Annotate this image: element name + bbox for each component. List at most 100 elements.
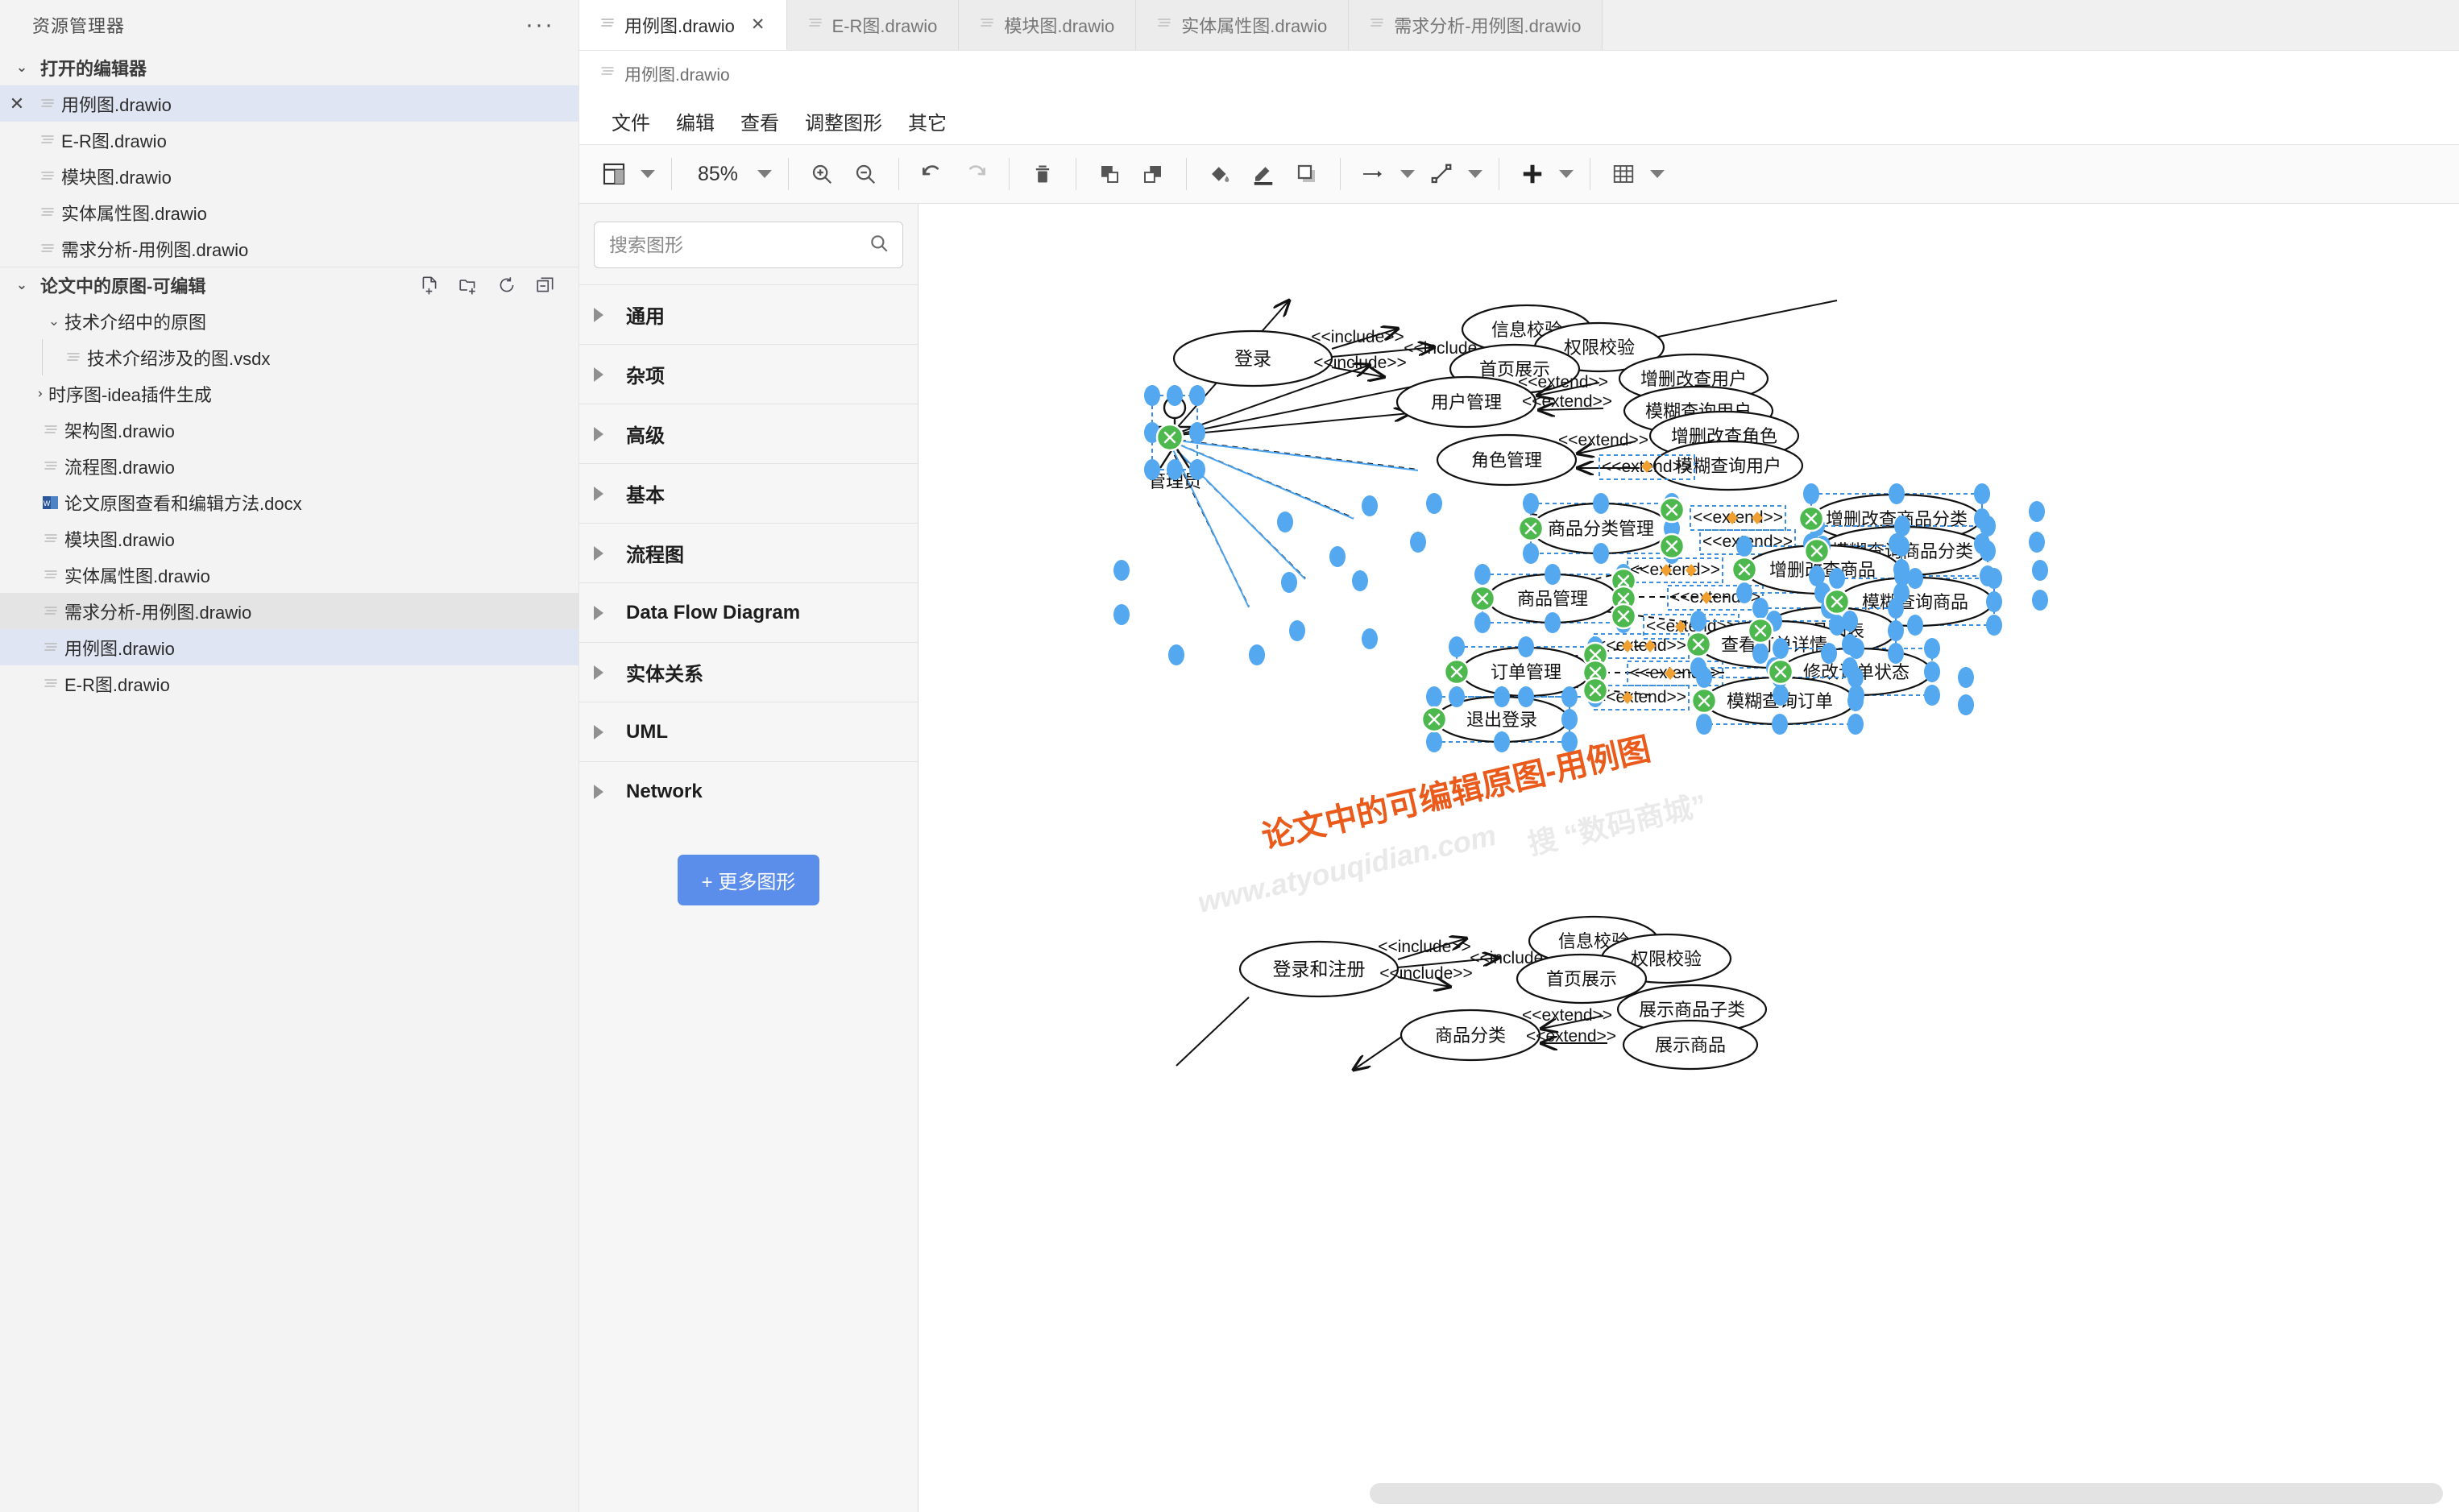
shape-category-jiben[interactable]: 基本 bbox=[579, 463, 918, 523]
open-editor-row[interactable]: 实体属性图.drawio bbox=[0, 194, 578, 230]
secondary-diagram: 登录和注册 <<include>> <<include>> <<include>… bbox=[1176, 915, 1768, 1070]
horizontal-scrollbar[interactable] bbox=[1370, 1483, 2443, 1504]
tree-folder-row[interactable]: ⌄ 时序图-idea插件生成 bbox=[0, 375, 578, 412]
layout-panel-dropdown[interactable] bbox=[636, 152, 660, 196]
to-front-icon[interactable] bbox=[1088, 152, 1131, 196]
open-editor-label: E-R图.drawio bbox=[61, 130, 167, 151]
tree-item-label: 技术介绍涉及的图.vsdx bbox=[87, 348, 271, 369]
stereotype-include: <<include>> bbox=[1311, 328, 1404, 346]
explorer-more-icon[interactable]: ··· bbox=[525, 13, 554, 37]
arrow-style-dropdown[interactable] bbox=[1395, 152, 1420, 196]
chevron-right-icon bbox=[594, 665, 613, 680]
usecase-tuichudenglu: 退出登录 bbox=[1466, 710, 1537, 730]
tab-shitishuxingtu[interactable]: 实体属性图.drawio bbox=[1136, 0, 1350, 50]
file-icon bbox=[34, 97, 61, 111]
word-document-icon: W bbox=[37, 494, 64, 512]
undo-icon[interactable] bbox=[910, 152, 954, 196]
tree-file-row[interactable]: 技术介绍涉及的图.vsdx bbox=[0, 339, 578, 375]
chevron-right-icon bbox=[594, 367, 613, 382]
shape-category-uml[interactable]: UML bbox=[579, 702, 918, 761]
tab-ertu[interactable]: E-R图.drawio bbox=[786, 0, 960, 50]
zoom-in-icon[interactable] bbox=[800, 152, 844, 196]
open-editor-label: 用例图.drawio bbox=[61, 94, 172, 115]
more-shapes-button[interactable]: + 更多图形 bbox=[677, 855, 820, 905]
open-editor-row[interactable]: E-R图.drawio bbox=[0, 122, 578, 158]
new-file-icon[interactable] bbox=[419, 275, 440, 296]
new-folder-icon[interactable] bbox=[458, 275, 479, 296]
section-project-folder[interactable]: ⌄ 论文中的原图-可编辑 bbox=[0, 267, 578, 303]
table-icon[interactable] bbox=[1602, 152, 1645, 196]
app-root: 资源管理器 ··· ⌄ 打开的编辑器 ✕ 用例图.drawio E-R图.dra… bbox=[0, 0, 2459, 1512]
tree-item-label: 实体属性图.drawio bbox=[64, 565, 210, 586]
tab-mokuaitu[interactable]: 模块图.drawio bbox=[959, 0, 1137, 50]
to-back-icon[interactable] bbox=[1131, 152, 1175, 196]
shape-search-wrap bbox=[579, 204, 918, 284]
menu-arrange[interactable]: 调整图形 bbox=[792, 107, 895, 135]
shape-category-zaxiang[interactable]: 杂项 bbox=[579, 344, 918, 404]
file-icon bbox=[600, 64, 615, 84]
zoom-level[interactable]: 85% bbox=[683, 163, 753, 186]
shape-category-label: 高级 bbox=[626, 425, 665, 447]
insert-dropdown[interactable] bbox=[1554, 152, 1578, 196]
connection-style-dropdown[interactable] bbox=[1463, 152, 1487, 196]
search-icon[interactable] bbox=[869, 233, 889, 258]
usecase-dingdanguanli: 订单管理 bbox=[1491, 662, 1561, 682]
fill-color-icon[interactable] bbox=[1198, 152, 1242, 196]
collapse-all-icon[interactable] bbox=[535, 275, 556, 296]
search-input[interactable] bbox=[607, 233, 869, 257]
open-editor-row[interactable]: 需求分析-用例图.drawio bbox=[0, 230, 578, 267]
tab-yonglitu[interactable]: 用例图.drawio ✕ bbox=[579, 0, 787, 50]
chevron-right-icon bbox=[594, 605, 613, 620]
layout-panel-icon[interactable] bbox=[592, 152, 636, 196]
shape-category-shitiguanxi[interactable]: 实体关系 bbox=[579, 642, 918, 702]
tree-file-row[interactable]: 模块图.drawio bbox=[0, 520, 578, 557]
shadow-icon[interactable] bbox=[1285, 152, 1329, 196]
tab-close-icon[interactable]: ✕ bbox=[751, 14, 765, 35]
tree-file-row[interactable]: E-R图.drawio bbox=[0, 665, 578, 702]
line-color-icon[interactable] bbox=[1242, 152, 1285, 196]
tree-file-row[interactable]: 流程图.drawio bbox=[0, 448, 578, 484]
section-open-editors[interactable]: ⌄ 打开的编辑器 bbox=[0, 50, 578, 85]
open-editor-row[interactable]: ✕ 用例图.drawio bbox=[0, 85, 578, 122]
arrow-style-icon[interactable] bbox=[1352, 152, 1395, 196]
usecase-shangpinguanli: 商品管理 bbox=[1517, 589, 1588, 609]
tab-xuqiufenxi-yonglitu[interactable]: 需求分析-用例图.drawio bbox=[1349, 0, 1603, 50]
open-editor-row[interactable]: 模块图.drawio bbox=[0, 158, 578, 194]
shape-category-tongyong[interactable]: 通用 bbox=[579, 284, 918, 344]
section-open-editors-label: 打开的编辑器 bbox=[40, 59, 147, 79]
insert-icon[interactable] bbox=[1511, 152, 1554, 196]
tree-file-row[interactable]: 架构图.drawio bbox=[0, 412, 578, 448]
menu-file[interactable]: 文件 bbox=[599, 107, 663, 135]
editor-body: 通用 杂项 高级 基本 流程图 Data Flow Diagram 实体关系 U… bbox=[579, 204, 2459, 1512]
zoom-dropdown[interactable] bbox=[753, 152, 777, 196]
shape-category-gaoji[interactable]: 高级 bbox=[579, 404, 918, 463]
close-icon[interactable]: ✕ bbox=[0, 93, 34, 114]
divider bbox=[1340, 158, 1341, 190]
menu-view[interactable]: 查看 bbox=[728, 107, 792, 135]
tree-file-row[interactable]: W 论文原图查看和编辑方法.docx bbox=[0, 484, 578, 520]
connection-style-icon[interactable] bbox=[1420, 152, 1463, 196]
shape-search-box[interactable] bbox=[594, 222, 903, 268]
menu-edit[interactable]: 编辑 bbox=[663, 107, 728, 135]
usecase-denglu-zhuce: 登录和注册 bbox=[1273, 959, 1366, 980]
tab-label: 需求分析-用例图.drawio bbox=[1394, 16, 1582, 36]
shape-category-liuchengtu[interactable]: 流程图 bbox=[579, 523, 918, 582]
zoom-out-icon[interactable] bbox=[844, 152, 887, 196]
usecase-yonghuguanli: 用户管理 bbox=[1431, 392, 1502, 412]
stereotype-extend: <<extend>> bbox=[1518, 373, 1608, 391]
tree-file-row[interactable]: 实体属性图.drawio bbox=[0, 557, 578, 593]
folder-actions bbox=[419, 275, 578, 296]
delete-icon[interactable] bbox=[1021, 152, 1064, 196]
menu-extras[interactable]: 其它 bbox=[895, 107, 960, 135]
stereotype-include: <<include>> bbox=[1313, 354, 1407, 372]
diagram-canvas[interactable]: 登录 <<include>> <<include>> <<include>> 信… bbox=[918, 204, 2459, 1512]
refresh-icon[interactable] bbox=[496, 275, 517, 296]
tree-file-row[interactable]: 需求分析-用例图.drawio bbox=[0, 593, 578, 629]
breadcrumb: 用例图.drawio bbox=[579, 51, 2459, 97]
table-dropdown[interactable] bbox=[1645, 152, 1669, 196]
tree-file-row[interactable]: 用例图.drawio bbox=[0, 629, 578, 665]
file-icon bbox=[34, 169, 61, 184]
tree-folder-row[interactable]: ⌄ 技术介绍中的原图 bbox=[0, 303, 578, 339]
shape-category-data-flow-diagram[interactable]: Data Flow Diagram bbox=[579, 582, 918, 642]
shape-category-network[interactable]: Network bbox=[579, 761, 918, 821]
